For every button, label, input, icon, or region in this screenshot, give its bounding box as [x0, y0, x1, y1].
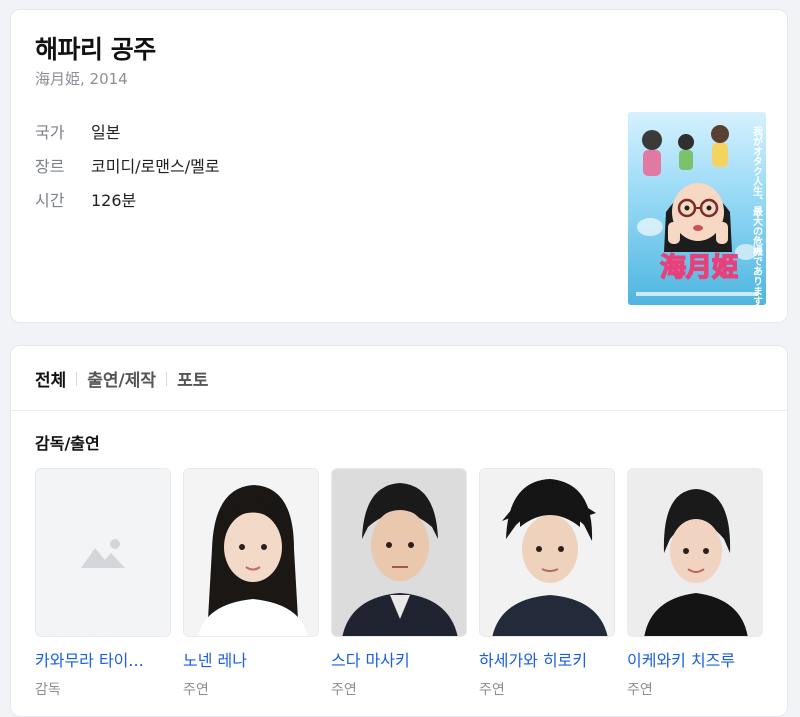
person-card[interactable]: 하세가와 히로키 주연 [479, 468, 615, 699]
person-card[interactable]: 노넨 레나 주연 [183, 468, 319, 699]
person-role: 주연 [479, 682, 505, 698]
movie-original-title-year: 海月姫, 2014 [35, 70, 128, 88]
person-photo[interactable] [183, 468, 319, 637]
person-card[interactable]: 이케와키 치즈루 주연 [627, 468, 763, 699]
person-role: 감독 [35, 682, 61, 698]
person-photo-placeholder[interactable] [35, 468, 171, 637]
person-card[interactable]: 카와무라 타이... 감독 [35, 468, 171, 699]
cast-card: 전체 출연/제작 포토 감독/출연 카와무라 타이... 감독 노넨 레나 주연… [10, 345, 788, 717]
tab-separator [76, 371, 78, 386]
movie-info-list: 국가 일본 장르 코미디/로맨스/멜로 시간 126분 [35, 114, 220, 216]
tab-bar: 전체 출연/제작 포토 [35, 366, 208, 391]
movie-title[interactable]: 해파리 공주 [35, 30, 156, 66]
info-row-country: 국가 일본 [35, 114, 220, 148]
info-value: 일본 [91, 123, 121, 142]
divider [11, 410, 787, 411]
info-key: 국가 [35, 123, 65, 142]
person-photo[interactable] [627, 468, 763, 637]
person-role: 주연 [627, 682, 653, 698]
portrait-image [184, 469, 318, 636]
person-name[interactable]: 이케와키 치즈루 [627, 647, 763, 671]
info-key: 장르 [35, 157, 65, 176]
person-role: 주연 [331, 682, 357, 698]
info-key: 시간 [35, 191, 65, 210]
portrait-image [628, 469, 762, 636]
person-name[interactable]: 하세가와 히로키 [479, 647, 615, 671]
person-photo[interactable] [479, 468, 615, 637]
person-card[interactable]: 스다 마사키 주연 [331, 468, 467, 699]
poster-illustration: 我がオタク人生、最大の危機であります!! 海月姫 [628, 112, 766, 305]
movie-poster[interactable]: 我がオタク人生、最大の危機であります!! 海月姫 [628, 112, 766, 305]
person-name[interactable]: 노넨 레나 [183, 647, 319, 671]
people-list: 카와무라 타이... 감독 노넨 레나 주연 스다 마사키 주연 하세가와 히로… [35, 468, 763, 699]
person-photo[interactable] [331, 468, 467, 637]
tab-photo[interactable]: 포토 [177, 366, 208, 391]
tab-all[interactable]: 전체 [35, 366, 66, 391]
info-row-genre: 장르 코미디/로맨스/멜로 [35, 148, 220, 182]
image-placeholder-icon [81, 538, 125, 568]
poster-logo: 海月姫 [660, 253, 738, 283]
section-heading: 감독/출연 [35, 434, 100, 453]
portrait-image [480, 469, 614, 636]
tab-cast-crew[interactable]: 출연/제작 [87, 366, 156, 391]
person-name[interactable]: 카와무라 타이... [35, 647, 171, 671]
info-value: 코미디/로맨스/멜로 [91, 157, 220, 176]
info-value: 126분 [91, 191, 137, 210]
poster-tagline: 我がオタク人生、最大の危機であります!! [751, 125, 763, 305]
portrait-image [332, 469, 466, 636]
info-row-runtime: 시간 126분 [35, 182, 220, 216]
person-role: 주연 [183, 682, 209, 698]
person-name[interactable]: 스다 마사키 [331, 647, 467, 671]
tab-separator [166, 371, 168, 386]
movie-info-card: 해파리 공주 海月姫, 2014 국가 일본 장르 코미디/로맨스/멜로 시간 … [10, 9, 788, 323]
